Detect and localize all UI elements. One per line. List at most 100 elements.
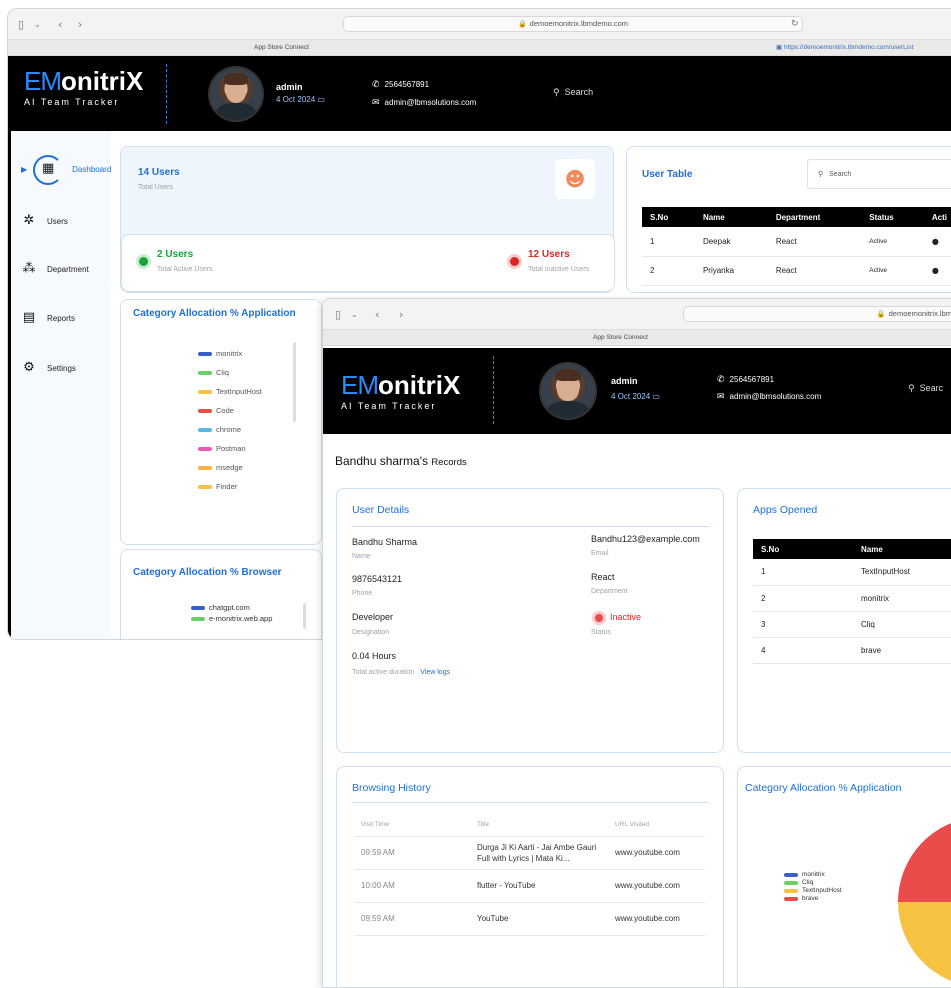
tab-label: App Store Connect [593, 334, 648, 341]
table-row[interactable]: 09:59 AM Durga Ji Ki Aarti - Jai Ambe Ga… [355, 836, 705, 870]
phone-label: Phone [352, 590, 373, 597]
active-arrow-icon: ▶ [21, 164, 28, 174]
active-inactive-card: 2 Users Total Active Users 12 Users Tota… [121, 234, 615, 292]
cell-status: Active [861, 256, 924, 286]
browsing-history-table: Visit Time Title URL Visited 09:59 AM Du… [355, 814, 705, 936]
sidebar-label: Reports [47, 313, 76, 323]
tab-app-store-connect[interactable]: App Store Connect [254, 43, 309, 51]
cell-status: Active [861, 227, 924, 257]
user-table: S.No Name Department Status Acti 1 Deepa… [642, 207, 951, 286]
logo[interactable]: EMonitriX AI Team Tracker [24, 66, 143, 107]
address-bar[interactable]: 🔒 demoemonitrix.lbm [683, 306, 951, 322]
mail-icon: ✉ [717, 392, 725, 402]
cell-department: React [767, 227, 862, 257]
legend-item: Code [198, 406, 234, 415]
sidebar-item-users[interactable]: ✲ Users [21, 213, 68, 229]
users-group-icon: ☻ [555, 159, 595, 199]
total-users-label: Total Users [138, 184, 174, 191]
phone-icon: ✆ [372, 80, 380, 90]
cell-sno: 4 [753, 637, 853, 664]
contact-email: ✉ admin@lbmsolutions.com [717, 392, 822, 402]
avatar[interactable] [208, 66, 264, 122]
search-icon: ⚲ [818, 170, 824, 178]
legend-item: TextInputHost [784, 887, 842, 894]
logo-text: onitriX [61, 66, 144, 96]
info-icon[interactable]: ● [923, 227, 951, 257]
inactive-users-value: 12 Users [528, 249, 570, 260]
sidebar-item-dashboard[interactable]: ▶ ▦ Dashboard [21, 155, 111, 185]
tab-app-store-connect[interactable]: App Store Connect [593, 333, 648, 341]
logo-em: EM [24, 66, 62, 96]
table-row[interactable]: 10:00 AM flutter - YouTube www.youtube.c… [355, 869, 705, 903]
browser-chrome: ▯ ⌄ ‹ › 🔒 demoemonitrix.lbm App Store Con… [323, 299, 951, 346]
pie-slice-textinputhost [898, 902, 951, 981]
sidebar-toggle-icon[interactable]: ▯ [18, 18, 24, 31]
cell-url: www.youtube.com [609, 902, 705, 936]
table-row[interactable]: 4 brave [753, 637, 951, 664]
user-table-search[interactable]: ⚲ Search [807, 159, 951, 189]
email-label: Email [591, 550, 609, 557]
user-date: 4 Oct 2024 ▭ [611, 392, 660, 401]
active-users-value: 2 Users [157, 249, 194, 260]
address-bar[interactable]: 🔒 demoemonitrix.lbmdemo.com [343, 16, 803, 32]
sidebar: ▶ ▦ Dashboard ✲ Users ⁂ Department ▤ Report… [8, 131, 111, 639]
reload-icon[interactable]: ↻ [791, 19, 799, 29]
user-name: admin [276, 82, 303, 92]
apps-opened-card: Apps Opened S.No Name 1 TextInputHost 2 mo… [737, 488, 951, 753]
back-icon[interactable]: ‹ [58, 18, 62, 31]
sidebar-item-settings[interactable]: ⚙ Settings [21, 360, 76, 376]
sidebar-item-reports[interactable]: ▤ Reports [21, 310, 75, 326]
category-app-card: Category Allocation % Application monitr… [120, 299, 322, 545]
users-icon: ✲ [23, 213, 35, 228]
email-value: Bandhu123@example.com [591, 534, 700, 544]
cell-sno: 3 [753, 611, 853, 638]
phone-icon: ✆ [717, 375, 725, 385]
cell-title: flutter - YouTube [471, 869, 609, 903]
header-search[interactable]: ⚲ Search [553, 87, 593, 98]
category-browser-card: Category Allocation % Browser chatgpt.co… [120, 549, 322, 639]
view-logs-link[interactable]: View logs [420, 669, 450, 676]
cell-sno: 2 [642, 256, 695, 286]
cell-sno: 2 [753, 585, 853, 612]
legend-item: e-monitrix.web.app [191, 614, 272, 623]
category-browser-title: Category Allocation % Browser [133, 567, 282, 578]
forward-icon[interactable]: › [78, 18, 82, 31]
info-icon[interactable]: ● [923, 256, 951, 286]
table-row[interactable]: 2 monitrix [753, 585, 951, 612]
user-table-title: User Table [642, 169, 693, 180]
status-label: Status [591, 629, 611, 636]
cell-url: www.youtube.com [609, 836, 705, 870]
logo[interactable]: EMonitriX AI Team Tracker [341, 370, 460, 411]
forward-icon[interactable]: › [399, 308, 403, 321]
table-row[interactable]: 1 TextInputHost [753, 559, 951, 586]
legend-item: msedge [198, 463, 243, 472]
active-dot [139, 257, 148, 266]
search-placeholder: Search [564, 87, 594, 97]
header-search[interactable]: ⚲ Searc [908, 383, 943, 394]
department-value: React [591, 572, 615, 582]
browser-chrome: ▯ ⌄ ‹ › 🔒 demoemonitrix.lbmdemo.com ↻ App… [8, 9, 951, 56]
legend-item: Cliq [198, 368, 229, 377]
sidebar-item-department[interactable]: ⁂ Department [21, 261, 89, 277]
back-icon[interactable]: ‹ [375, 308, 379, 321]
legend-scrollbar[interactable] [303, 603, 306, 629]
sidebar-toggle-icon[interactable]: ▯ [335, 308, 341, 321]
search-icon: ⚲ [908, 384, 915, 394]
chevron-down-icon[interactable]: ⌄ [34, 20, 41, 29]
tab-url: https://demoemonitrix.lbmdemo.com/userLi… [783, 44, 914, 51]
cell-title: Durga Ji Ki Aarti - Jai Ambe Gauri Full … [471, 836, 609, 870]
cell-name: monitrix [853, 585, 951, 612]
table-row[interactable]: 1 Deepak React Active ● [642, 227, 951, 257]
col-action: Acti [923, 207, 951, 227]
tab-user-list[interactable]: ▣ https://demoemonitrix.lbmdemo.com/user… [776, 43, 913, 51]
legend-scrollbar[interactable] [293, 342, 296, 422]
table-row[interactable]: 3 Cliq [753, 611, 951, 638]
calendar-icon: ▭ [652, 392, 660, 401]
chevron-down-icon[interactable]: ⌄ [351, 310, 358, 319]
legend-item: Cliq [784, 879, 813, 886]
avatar[interactable] [539, 362, 597, 420]
table-row[interactable]: 09:59 AM YouTube www.youtube.com [355, 902, 705, 936]
gear-icon: ⚙ [23, 360, 35, 375]
browsing-history-card: Browsing History Visit Time Title URL Vi… [336, 766, 724, 987]
table-row[interactable]: 2 Priyanka React Active ● [642, 256, 951, 286]
